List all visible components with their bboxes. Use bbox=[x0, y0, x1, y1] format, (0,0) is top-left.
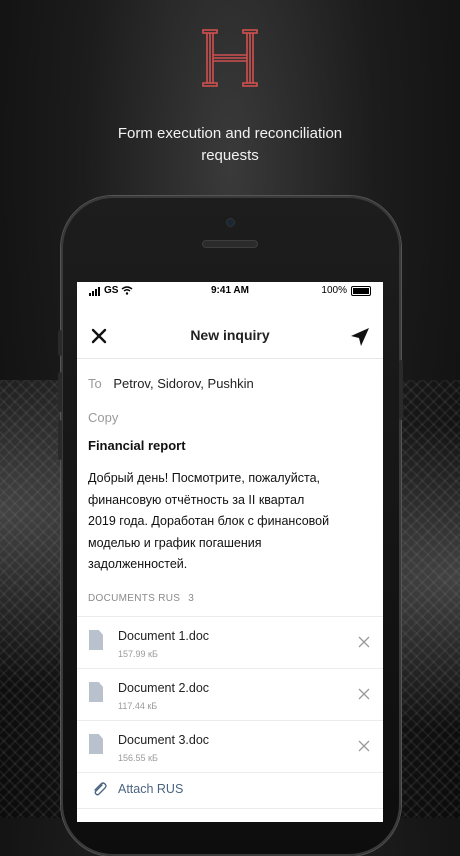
attach-button[interactable]: Attach RUS bbox=[77, 772, 383, 809]
message-body[interactable]: Добрый день! Посмотрите, пожалуйста, фин… bbox=[88, 468, 378, 576]
message-line: Добрый день! Посмотрите, пожалуйста, bbox=[88, 471, 320, 485]
to-recipients[interactable]: Petrov, Sidorov, Pushkin bbox=[113, 376, 253, 391]
message-line: моделью и график погашения bbox=[88, 535, 262, 550]
document-size: 117.44 кБ bbox=[118, 701, 158, 711]
tagline-line-1: Form execution and reconciliation bbox=[117, 125, 343, 142]
message-line: финансовую отчётность за II квартал bbox=[88, 492, 305, 507]
documents-title: DOCUMENTS RUS bbox=[88, 593, 181, 604]
subject-field[interactable]: Financial report bbox=[88, 438, 186, 453]
phone-power-button bbox=[399, 360, 403, 420]
app-screen: GS 9:41 AM 100% New inquiry To Petrov, S… bbox=[77, 282, 383, 822]
phone-speaker bbox=[203, 241, 257, 247]
navigation-bar: New inquiry bbox=[77, 314, 383, 359]
document-name: Document 1.doc bbox=[118, 629, 210, 643]
documents-list: Document 1.doc 157.99 кБ Document 2.doc … bbox=[77, 616, 383, 773]
remove-icon[interactable] bbox=[357, 687, 371, 701]
phone-volume-up bbox=[58, 372, 62, 412]
phone-camera bbox=[227, 219, 234, 226]
attach-label: Attach RUS bbox=[118, 782, 184, 796]
phone-volume-down bbox=[58, 420, 62, 460]
document-size: 157.99 кБ bbox=[118, 649, 158, 659]
document-icon bbox=[89, 682, 103, 702]
document-icon bbox=[89, 630, 103, 650]
tagline: Form execution and reconciliation reques… bbox=[0, 123, 460, 167]
page-title: New inquiry bbox=[190, 327, 270, 343]
message-line: 2019 года. Доработан блок с финансовой bbox=[88, 514, 330, 528]
list-item[interactable]: Document 1.doc 157.99 кБ bbox=[77, 617, 383, 669]
documents-count: 3 bbox=[188, 593, 195, 604]
to-field[interactable]: To Petrov, Sidorov, Pushkin bbox=[88, 376, 254, 391]
list-item[interactable]: Document 3.doc 156.55 кБ bbox=[77, 721, 383, 773]
documents-header: DOCUMENTS RUS 3 bbox=[88, 593, 194, 604]
battery-icon bbox=[351, 285, 371, 296]
copy-field[interactable]: Copy bbox=[88, 410, 118, 425]
list-item[interactable]: Document 2.doc 117.44 кБ bbox=[77, 669, 383, 721]
document-name: Document 3.doc bbox=[118, 733, 210, 747]
remove-icon[interactable] bbox=[357, 739, 371, 753]
document-name: Document 2.doc bbox=[118, 681, 210, 695]
status-bar: GS 9:41 AM 100% bbox=[77, 282, 383, 300]
to-label: To bbox=[88, 376, 102, 391]
battery-percent: 100% bbox=[321, 285, 347, 296]
paperclip-icon bbox=[94, 782, 107, 796]
document-size: 156.55 кБ bbox=[118, 753, 158, 763]
document-icon bbox=[89, 734, 103, 754]
tagline-line-2: requests bbox=[201, 147, 259, 164]
h-monogram-logo bbox=[202, 29, 258, 87]
send-icon[interactable] bbox=[349, 326, 371, 348]
message-line: задолженностей. bbox=[88, 557, 188, 571]
phone-side-button bbox=[58, 330, 62, 356]
remove-icon[interactable] bbox=[357, 635, 371, 649]
